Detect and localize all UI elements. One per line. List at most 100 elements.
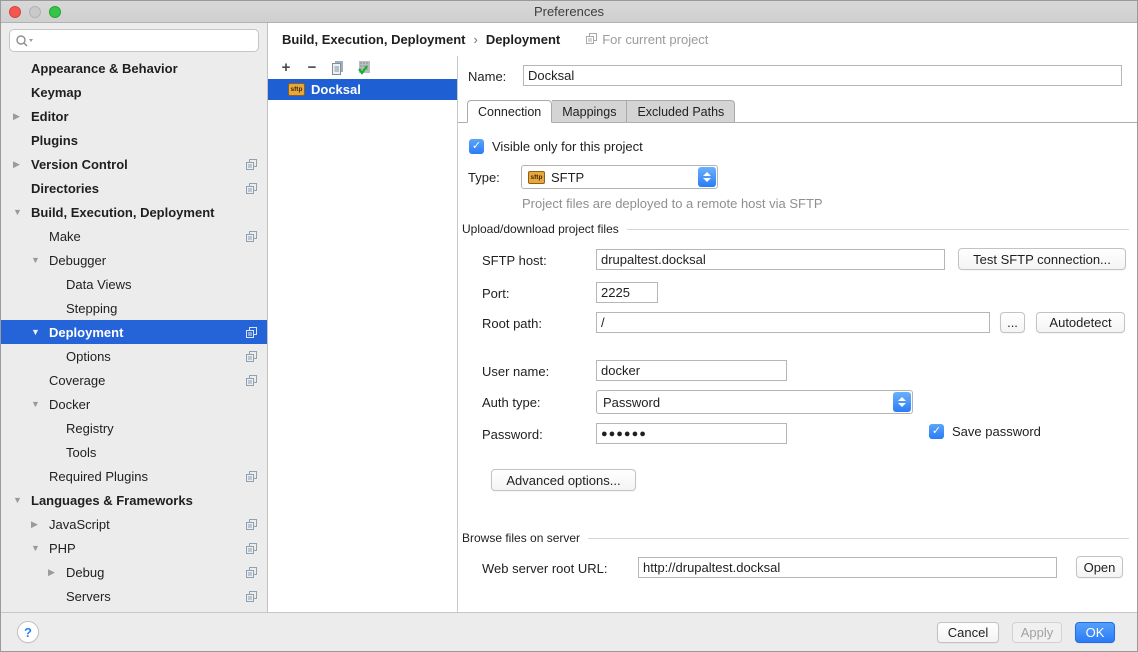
save-password-checkbox[interactable]: ✓ [929, 424, 944, 439]
check-icon: ✓ [472, 141, 481, 152]
type-hint: Project files are deployed to a remote h… [522, 196, 823, 211]
main-area: Appearance & Behavior Keymap ▶Editor Plu… [1, 23, 1137, 612]
add-server-button[interactable]: + [275, 58, 297, 78]
sidebar-item-directories[interactable]: Directories [1, 176, 267, 200]
browse-section-title: Browse files on server [462, 531, 580, 545]
tab-divider [458, 122, 1137, 123]
search-input[interactable] [9, 29, 259, 52]
sidebar-item-version-control[interactable]: ▶Version Control [1, 152, 267, 176]
copy-server-button[interactable] [327, 58, 349, 78]
sidebar-item-php[interactable]: ▼PHP [1, 536, 267, 560]
cancel-button[interactable]: Cancel [937, 622, 999, 643]
copy-icon [330, 60, 346, 76]
use-as-default-button[interactable] [353, 58, 375, 78]
sidebar-item-appearance-behavior[interactable]: Appearance & Behavior [1, 56, 267, 80]
open-url-button[interactable]: Open [1076, 556, 1123, 578]
tab-connection[interactable]: Connection [467, 100, 552, 123]
sidebar-item-debugger[interactable]: ▼Debugger [1, 248, 267, 272]
breadcrumb: Build, Execution, Deployment › Deploymen… [268, 23, 1137, 56]
project-scope-icon [246, 375, 257, 386]
sidebar-item-editor[interactable]: ▶Editor [1, 104, 267, 128]
type-select[interactable]: sftp SFTP [521, 165, 718, 189]
project-scope-icon [246, 591, 257, 602]
settings-detail-region: Build, Execution, Deployment › Deploymen… [268, 23, 1137, 612]
scope-indicator: For current project [586, 32, 708, 47]
minimize-window-button[interactable] [29, 6, 41, 18]
sidebar-item-stepping[interactable]: Stepping [1, 296, 267, 320]
sidebar-item-tools[interactable]: Tools [1, 440, 267, 464]
auth-type-select[interactable]: Password [596, 390, 913, 414]
chevron-down-icon[interactable]: ▼ [31, 543, 49, 553]
settings-tree: Appearance & Behavior Keymap ▶Editor Plu… [1, 56, 267, 608]
help-button[interactable]: ? [17, 621, 39, 643]
chevron-down-icon[interactable]: ▼ [31, 399, 49, 409]
root-path-input[interactable] [596, 312, 990, 333]
sidebar-item-make[interactable]: Make [1, 224, 267, 248]
name-input[interactable] [523, 65, 1122, 86]
port-input[interactable] [596, 282, 658, 303]
advanced-options-button[interactable]: Advanced options... [491, 469, 636, 491]
sidebar-item-build-execution-deployment[interactable]: ▼Build, Execution, Deployment [1, 200, 267, 224]
web-server-root-url-input[interactable] [638, 557, 1057, 578]
visible-only-label: Visible only for this project [492, 136, 643, 157]
apply-button[interactable]: Apply [1012, 622, 1062, 643]
tab-mappings[interactable]: Mappings [552, 100, 627, 123]
server-list-toolbar: + − [268, 56, 457, 79]
sftp-host-label: SFTP host: [482, 250, 547, 271]
sidebar-item-coverage[interactable]: Coverage [1, 368, 267, 392]
auth-type-value: Password [603, 395, 660, 410]
upload-section-title: Upload/download project files [462, 222, 619, 236]
chevron-down-icon[interactable]: ▼ [31, 255, 49, 265]
visible-only-checkbox[interactable]: ✓ [469, 139, 484, 154]
chevron-down-icon[interactable]: ▼ [13, 207, 31, 217]
window-title: Preferences [1, 1, 1137, 22]
upload-section-header: Upload/download project files [462, 222, 1129, 236]
browse-root-path-button[interactable]: ... [1000, 312, 1025, 333]
project-scope-icon [246, 471, 257, 482]
browse-section-header: Browse files on server [462, 531, 1129, 545]
chevron-down-icon[interactable]: ▼ [13, 495, 31, 505]
test-sftp-connection-button[interactable]: Test SFTP connection... [958, 248, 1126, 270]
chevron-right-icon[interactable]: ▶ [48, 567, 66, 578]
sidebar-item-deployment[interactable]: ▼Deployment [1, 320, 267, 344]
breadcrumb-category[interactable]: Build, Execution, Deployment [282, 32, 465, 47]
sidebar-item-keymap[interactable]: Keymap [1, 80, 267, 104]
deployment-content: + − sftp Docksal [268, 56, 1137, 612]
sidebar-item-registry[interactable]: Registry [1, 416, 267, 440]
sidebar-item-required-plugins[interactable]: Required Plugins [1, 464, 267, 488]
dialog-footer: ? Cancel Apply OK [1, 612, 1137, 651]
project-scope-icon [246, 543, 257, 554]
sftp-host-input[interactable] [596, 249, 945, 270]
type-label: Type: [468, 167, 500, 188]
sidebar-item-languages-frameworks[interactable]: ▼Languages & Frameworks [1, 488, 267, 512]
chevron-right-icon[interactable]: ▶ [13, 111, 31, 122]
search-icon [15, 34, 35, 48]
sidebar-item-data-views[interactable]: Data Views [1, 272, 267, 296]
project-scope-icon [246, 519, 257, 530]
sftp-icon: sftp [528, 171, 545, 184]
sidebar-item-options[interactable]: Options [1, 344, 267, 368]
chevron-right-icon[interactable]: ▶ [31, 519, 49, 530]
sidebar-item-servers[interactable]: Servers [1, 584, 267, 608]
sidebar-item-debug[interactable]: ▶Debug [1, 560, 267, 584]
ok-button[interactable]: OK [1075, 622, 1115, 643]
tab-excluded-paths[interactable]: Excluded Paths [627, 100, 735, 123]
remove-server-button[interactable]: − [301, 58, 323, 78]
project-scope-icon [246, 159, 257, 170]
close-window-button[interactable] [9, 6, 21, 18]
sidebar-item-docker[interactable]: ▼Docker [1, 392, 267, 416]
server-list-item-docksal[interactable]: sftp Docksal [268, 79, 457, 100]
chevron-right-icon[interactable]: ▶ [13, 159, 31, 170]
project-scope-icon [246, 567, 257, 578]
port-label: Port: [482, 283, 509, 304]
save-password-label: Save password [952, 421, 1041, 442]
chevron-down-icon[interactable]: ▼ [31, 327, 49, 337]
settings-sidebar: Appearance & Behavior Keymap ▶Editor Plu… [1, 23, 268, 612]
autodetect-button[interactable]: Autodetect [1036, 312, 1125, 333]
sidebar-item-javascript[interactable]: ▶JavaScript [1, 512, 267, 536]
sidebar-item-plugins[interactable]: Plugins [1, 128, 267, 152]
password-input[interactable] [596, 423, 787, 444]
zoom-window-button[interactable] [49, 6, 61, 18]
user-name-input[interactable] [596, 360, 787, 381]
root-path-label: Root path: [482, 313, 542, 334]
